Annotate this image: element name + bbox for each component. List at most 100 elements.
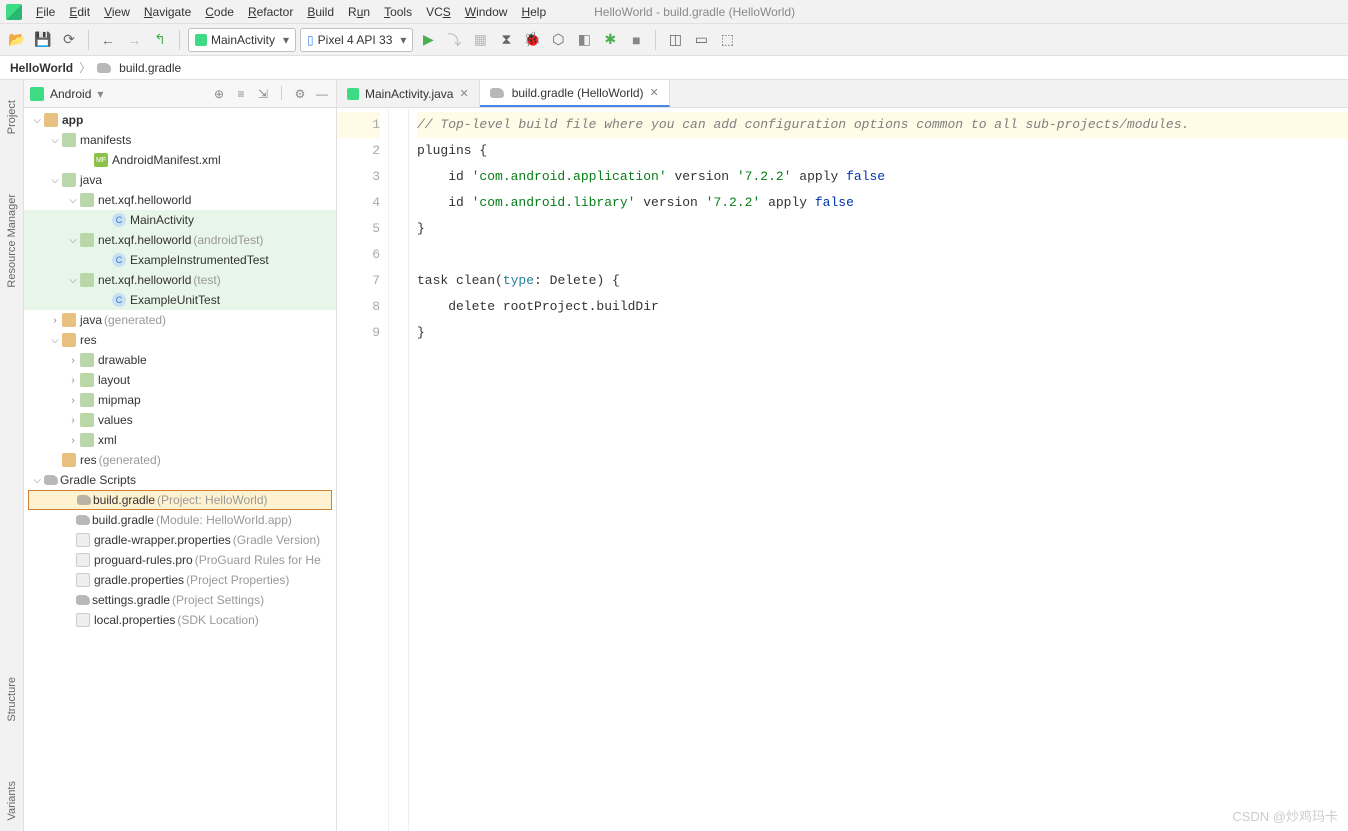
tree-layout[interactable]: layout xyxy=(24,370,336,390)
stop-icon[interactable]: ■ xyxy=(625,29,647,51)
tree-example-instr-test[interactable]: CExampleInstrumentedTest xyxy=(24,250,336,270)
tree-proguard[interactable]: proguard-rules.pro(ProGuard Rules for He xyxy=(24,550,336,570)
tab-build-gradle[interactable]: build.gradle (HelloWorld) ✕ xyxy=(480,80,670,107)
tree-example-unit-test[interactable]: CExampleUnitTest xyxy=(24,290,336,310)
chevron-down-icon[interactable]: ▾ xyxy=(97,87,103,101)
tree-gradle-wrapper[interactable]: gradle-wrapper.properties(Gradle Version… xyxy=(24,530,336,550)
gutter-structure[interactable]: Structure xyxy=(6,677,18,722)
menu-bar: File Edit View Navigate Code Refactor Bu… xyxy=(0,0,1348,24)
menu-run[interactable]: Run xyxy=(342,3,376,21)
project-panel: Android ▾ ⊕ ≡ ⇲ ⚙ — app manifests MFAndr… xyxy=(24,80,337,831)
editor-tabs: MainActivity.java ✕ build.gradle (HelloW… xyxy=(337,80,1348,108)
tree-res[interactable]: res xyxy=(24,330,336,350)
project-panel-title[interactable]: Android xyxy=(50,87,91,101)
tree-pkg-test[interactable]: net.xqf.helloworld(test) xyxy=(24,270,336,290)
profile-icon[interactable]: ⧗ xyxy=(495,29,517,51)
properties-file-icon xyxy=(76,533,90,547)
tree-mipmap[interactable]: mipmap xyxy=(24,390,336,410)
menu-window[interactable]: Window xyxy=(459,3,514,21)
back-icon[interactable]: ← xyxy=(97,29,119,51)
menu-view[interactable]: View xyxy=(98,3,136,21)
project-panel-header: Android ▾ ⊕ ≡ ⇲ ⚙ — xyxy=(24,80,336,108)
collapse-icon[interactable]: ⇲ xyxy=(255,86,271,102)
forward-icon[interactable]: → xyxy=(123,29,145,51)
gradle-icon xyxy=(76,515,90,525)
menu-tools[interactable]: Tools xyxy=(378,3,418,21)
run-button-icon[interactable]: ▶ xyxy=(417,29,439,51)
left-gutter: Project Resource Manager Structure Varia… xyxy=(0,80,24,831)
gutter-resource-manager[interactable]: Resource Manager xyxy=(6,194,18,288)
sync-icon[interactable]: ⟳ xyxy=(58,29,80,51)
hide-icon[interactable]: — xyxy=(314,86,330,102)
more-icon-1[interactable]: ◧ xyxy=(573,29,595,51)
tree-app[interactable]: app xyxy=(24,110,336,130)
tree-build-gradle-module[interactable]: build.gradle(Module: HelloWorld.app) xyxy=(24,510,336,530)
debug-next-icon[interactable]: ⤵ xyxy=(443,29,465,51)
menu-file[interactable]: File xyxy=(30,3,61,21)
device-dropdown[interactable]: ▯ Pixel 4 API 33 xyxy=(300,28,413,52)
tree-android-manifest[interactable]: MFAndroidManifest.xml xyxy=(24,150,336,170)
properties-file-icon xyxy=(76,613,90,627)
settings-icon[interactable]: ⚙ xyxy=(292,86,308,102)
avd-icon[interactable]: ◫ xyxy=(664,29,686,51)
gradle-icon xyxy=(97,63,111,73)
gutter-variants[interactable]: Variants xyxy=(6,781,18,821)
run-config-label: MainActivity xyxy=(211,33,275,47)
menu-edit[interactable]: Edit xyxy=(63,3,96,21)
project-tree: app manifests MFAndroidManifest.xml java… xyxy=(24,108,336,831)
tree-java-gen[interactable]: java(generated) xyxy=(24,310,336,330)
target-icon[interactable]: ⊕ xyxy=(211,86,227,102)
toolbar: 📂 💾 ⟳ ← → ↰ MainActivity ▯ Pixel 4 API 3… xyxy=(0,24,1348,56)
manifest-file-icon: MF xyxy=(94,153,108,167)
menu-build[interactable]: Build xyxy=(301,3,340,21)
line-number-gutter: 1 2 3 4 5 6 7▶ 8 9 xyxy=(337,108,389,831)
open-icon[interactable]: 📂 xyxy=(6,29,28,51)
tab-main-activity[interactable]: MainActivity.java ✕ xyxy=(337,80,480,107)
gradle-icon xyxy=(44,475,58,485)
tree-gradle-scripts[interactable]: Gradle Scripts xyxy=(24,470,336,490)
coverage-icon[interactable]: ▦ xyxy=(469,29,491,51)
menu-help[interactable]: Help xyxy=(515,3,552,21)
tree-build-gradle-project[interactable]: build.gradle(Project: HelloWorld) xyxy=(28,490,332,510)
debug-icon[interactable]: 🐞 xyxy=(521,29,543,51)
expand-icon[interactable]: ≡ xyxy=(233,86,249,102)
gradle-icon xyxy=(76,595,90,605)
tree-res-gen[interactable]: res(generated) xyxy=(24,450,336,470)
save-icon[interactable]: 💾 xyxy=(32,29,54,51)
phone-icon: ▯ xyxy=(307,33,314,47)
run-config-dropdown[interactable]: MainActivity xyxy=(188,28,296,52)
tree-settings-gradle[interactable]: settings.gradle(Project Settings) xyxy=(24,590,336,610)
breadcrumb-file[interactable]: build.gradle xyxy=(119,61,181,75)
tree-pkg-main[interactable]: net.xqf.helloworld xyxy=(24,190,336,210)
bug-icon[interactable]: ✱ xyxy=(599,29,621,51)
menu-code[interactable]: Code xyxy=(199,3,240,21)
sdk-icon[interactable]: ▭ xyxy=(690,29,712,51)
editor-body[interactable]: 1 2 3 4 5 6 7▶ 8 9 // Top-level build fi… xyxy=(337,108,1348,831)
tree-values[interactable]: values xyxy=(24,410,336,430)
layout-icon[interactable]: ⬚ xyxy=(716,29,738,51)
tree-java[interactable]: java xyxy=(24,170,336,190)
close-icon[interactable]: ✕ xyxy=(650,86,659,99)
breadcrumb-project[interactable]: HelloWorld xyxy=(10,61,73,75)
tree-xml[interactable]: xml xyxy=(24,430,336,450)
attach-icon[interactable]: ⬡ xyxy=(547,29,569,51)
menu-navigate[interactable]: Navigate xyxy=(138,3,197,21)
menu-vcs[interactable]: VCS xyxy=(420,3,457,21)
android-view-icon xyxy=(30,87,44,101)
undo-icon[interactable]: ↰ xyxy=(149,29,171,51)
tree-drawable[interactable]: drawable xyxy=(24,350,336,370)
tree-local-props[interactable]: local.properties(SDK Location) xyxy=(24,610,336,630)
editor-area: MainActivity.java ✕ build.gradle (HelloW… xyxy=(337,80,1348,831)
device-label: Pixel 4 API 33 xyxy=(318,33,393,47)
gradle-icon xyxy=(490,88,504,98)
close-icon[interactable]: ✕ xyxy=(459,87,468,100)
fold-gutter xyxy=(389,108,409,831)
tree-gradle-props[interactable]: gradle.properties(Project Properties) xyxy=(24,570,336,590)
tree-manifests[interactable]: manifests xyxy=(24,130,336,150)
gutter-project[interactable]: Project xyxy=(6,100,18,134)
menu-refactor[interactable]: Refactor xyxy=(242,3,299,21)
tree-main-activity[interactable]: CMainActivity xyxy=(24,210,336,230)
tree-pkg-androidtest[interactable]: net.xqf.helloworld(androidTest) xyxy=(24,230,336,250)
code-content[interactable]: // Top-level build file where you can ad… xyxy=(409,108,1348,831)
breadcrumb-sep: 〉 xyxy=(79,59,91,76)
